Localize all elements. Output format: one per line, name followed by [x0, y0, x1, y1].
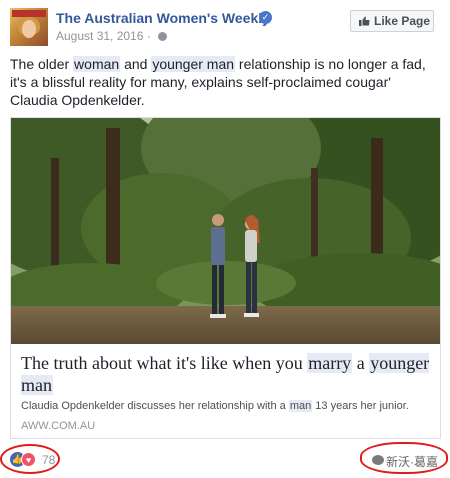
post-header: The Australian Women's Weekly ✓ August 3…	[10, 8, 440, 48]
link-preview-card[interactable]: The truth about what it's like when you …	[10, 117, 441, 439]
link-card-domain: AWW.COM.AU	[21, 420, 96, 432]
article-photo[interactable]	[11, 118, 440, 344]
verified-badge-icon: ✓	[259, 11, 272, 24]
globe-icon	[158, 32, 168, 42]
thumbs-up-icon	[359, 16, 370, 26]
title-text: a	[352, 353, 370, 373]
timestamp-text: August 31, 2016 ·	[56, 29, 155, 43]
link-card-body[interactable]: The truth about what it's like when you …	[11, 344, 440, 438]
link-card-title[interactable]: The truth about what it's like when you …	[21, 352, 431, 396]
caption-text: and	[120, 56, 152, 72]
title-text: The truth about what it's like when you	[21, 353, 308, 373]
post-timestamp[interactable]: August 31, 2016 ·	[56, 29, 168, 43]
title-highlight-marry: marry	[307, 353, 353, 373]
couple-in-forest-image	[11, 118, 440, 344]
avatar-masthead	[12, 10, 46, 17]
caption-highlight-woman: woman	[73, 56, 121, 72]
avatar-face	[22, 20, 36, 38]
link-card-description: Claudia Opdenkelder discusses her relati…	[21, 399, 436, 413]
description-highlight-man: man	[288, 400, 313, 412]
post-caption: The older woman and younger man relation…	[10, 55, 440, 109]
like-page-label: Like Page	[374, 14, 431, 28]
annotation-circle	[0, 444, 60, 474]
facebook-post: The Australian Women's Weekly ✓ August 3…	[0, 0, 450, 478]
caption-text: The older	[10, 56, 74, 72]
like-page-button[interactable]: Like Page	[350, 10, 434, 32]
annotation-circle	[360, 442, 448, 474]
caption-highlight-younger-man: younger man	[151, 56, 236, 72]
page-name-link[interactable]: The Australian Women's Weekly	[56, 10, 270, 26]
description-text: 13 years her junior.	[312, 400, 409, 412]
page-avatar[interactable]	[10, 8, 48, 46]
description-text: Claudia Opdenkelder discusses her relati…	[21, 400, 289, 412]
